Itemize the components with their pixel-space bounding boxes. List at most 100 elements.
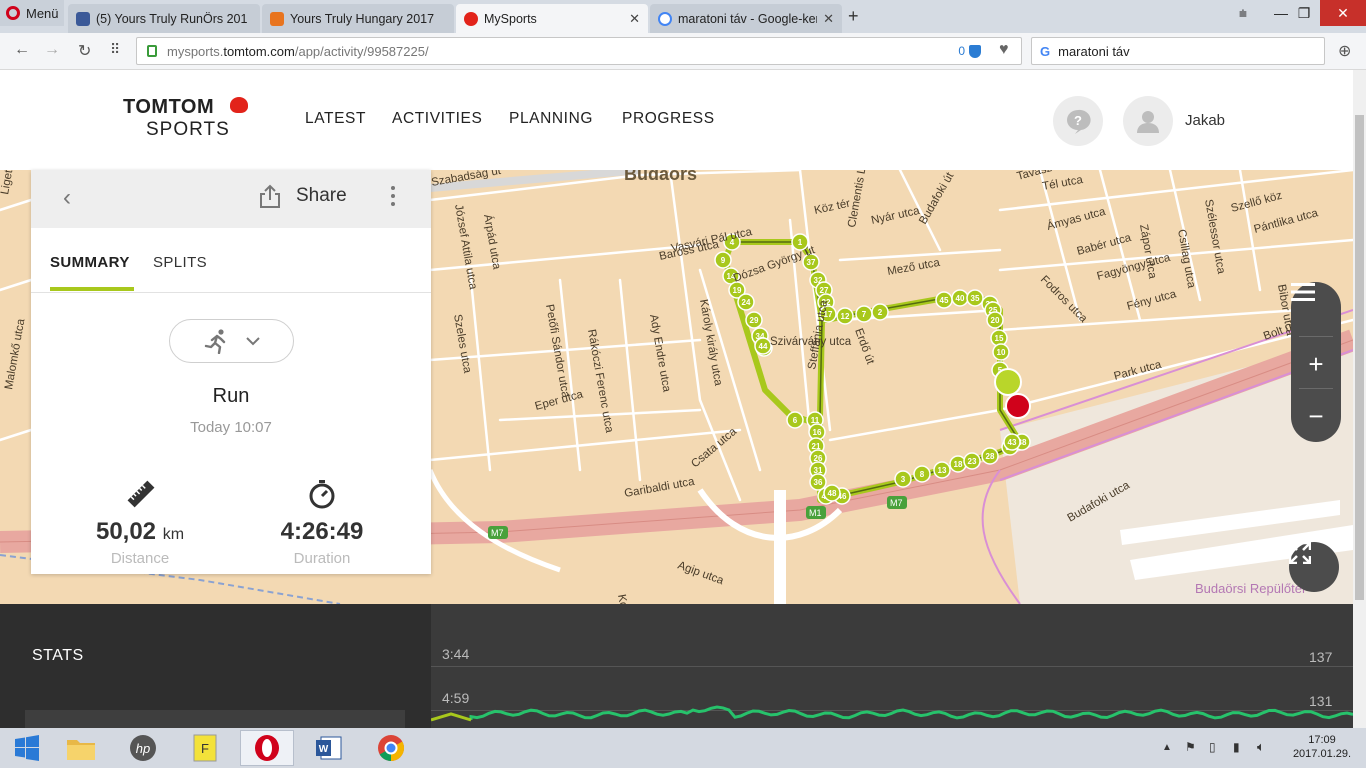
street-label: Erdő út (852, 327, 876, 367)
minus-icon: − (1308, 400, 1324, 431)
back-icon[interactable]: ← (14, 41, 30, 59)
svg-text:?: ? (1074, 113, 1082, 128)
help-icon: ? (1067, 109, 1091, 134)
google-search-icon: G (1040, 43, 1051, 59)
browser-tab-google[interactable]: maratoni táv - Google-ker ✕ (650, 4, 842, 33)
lap-marker-label: 16 (813, 428, 822, 437)
lap-marker-label: 10 (997, 348, 1006, 357)
street-label: Fodros utca (1038, 274, 1090, 326)
flag-icon[interactable]: ⚑ (1185, 740, 1196, 754)
nav-latest[interactable]: LATEST (305, 110, 366, 128)
map-controls: + − (1291, 282, 1341, 442)
fullscreen-button[interactable] (1289, 542, 1339, 592)
share-button[interactable]: Share (296, 185, 347, 207)
zoom-in-button[interactable]: + (1291, 338, 1341, 390)
street-label: Garibaldi utca (623, 476, 696, 500)
tab-title: (5) Yours Truly RunÖrs 201 (96, 11, 248, 26)
street-label: Babér utca (1076, 232, 1133, 258)
avatar[interactable] (1123, 96, 1173, 146)
volume-icon[interactable]: 🔈︎ (1257, 739, 1265, 755)
address-bar[interactable]: mysports. tomtom.com/app/activity/9958722… (136, 37, 1022, 65)
street-label: Szeles utca (451, 313, 473, 374)
help-button[interactable]: ? (1053, 96, 1103, 146)
url-host: tomtom.com (223, 43, 295, 59)
chevron-down-icon (245, 337, 260, 346)
hp-icon[interactable]: hp (116, 730, 170, 766)
share-icon[interactable] (259, 184, 281, 208)
url-path: /app/activity/99587225/ (294, 43, 429, 59)
tab-splits[interactable]: SPLITS (153, 254, 207, 271)
stats-section: STATS 3:44 4:59 137 131 (0, 604, 1353, 740)
battery-icon[interactable]: ▯ (1209, 740, 1216, 754)
bookmark-heart-icon[interactable]: ♥ (999, 41, 1009, 59)
search-field[interactable]: G maratoni táv (1031, 37, 1325, 65)
street-label: Park utca (1113, 359, 1164, 383)
road-shield-label: M7 (491, 528, 504, 538)
nav-progress[interactable]: PROGRESS (622, 110, 715, 128)
chrome-icon[interactable] (364, 730, 418, 766)
app-header: TOMTOM SPORTS LATEST ACTIVITIES PLANNING… (0, 70, 1353, 170)
download-icon[interactable]: ⊕ (1338, 41, 1351, 61)
reload-icon[interactable]: ↻ (78, 41, 91, 61)
network-icon[interactable]: ▮ (1233, 740, 1240, 754)
street-label: Tél utca (1041, 174, 1084, 193)
search-value: maratoni táv (1058, 43, 1130, 59)
airport-label: Budaörsi Repülőtér (1195, 581, 1307, 596)
lap-marker-label: 18 (954, 460, 963, 469)
end-marker[interactable] (1005, 393, 1031, 419)
tab-title: Yours Truly Hungary 2017 (290, 11, 435, 26)
tray-overflow-icon[interactable]: ▲ (1162, 742, 1172, 753)
logo-tomtom[interactable]: TOMTOM (123, 96, 214, 119)
nav-planning[interactable]: PLANNING (509, 110, 593, 128)
expand-icon (1289, 542, 1311, 564)
close-tab-icon[interactable]: ✕ (629, 11, 640, 27)
username[interactable]: Jakab (1185, 112, 1225, 129)
new-tab-icon[interactable]: + (848, 6, 859, 27)
nav-activities[interactable]: ACTIVITIES (392, 110, 482, 128)
distance-number: 50,02 (95, 518, 157, 545)
back-chevron-icon[interactable]: ‹ (63, 184, 71, 212)
start-button[interactable] (0, 730, 54, 766)
street-label: Csillag utca (1175, 228, 1197, 289)
sport-selector[interactable] (169, 319, 294, 363)
notes-app-icon[interactable]: F (178, 730, 232, 766)
close-window-icon[interactable]: ✕ (1320, 0, 1366, 26)
street-label: Fagyöngy utca (1096, 252, 1173, 283)
lap-marker-label: 45 (940, 296, 949, 305)
road-shield-label: M7 (890, 498, 903, 508)
activity-time: Today 10:07 (190, 419, 272, 436)
system-clock[interactable]: 17:09 2017.01.29. (1290, 733, 1354, 761)
word-icon[interactable]: W (302, 730, 356, 766)
close-tab-icon[interactable]: ✕ (823, 11, 834, 27)
street-label: Steffánia utca (806, 299, 830, 371)
menu-icon (1291, 283, 1315, 301)
file-explorer-icon[interactable] (54, 730, 108, 766)
active-tab-indicator (50, 287, 134, 291)
zoom-out-button[interactable]: − (1291, 390, 1341, 442)
browser-tab-yours-truly[interactable]: Yours Truly Hungary 2017 (262, 4, 454, 33)
adblock-shield-icon[interactable] (969, 44, 981, 58)
opera-taskbar-icon[interactable] (240, 730, 294, 766)
street-label: József Attila utca (452, 203, 479, 291)
lap-marker-label: 20 (991, 316, 1000, 325)
street-label: Árpád utca (481, 213, 504, 271)
svg-text:W: W (319, 744, 329, 755)
forward-icon[interactable]: → (44, 41, 60, 59)
browser-tab-mysports[interactable]: MySports ✕ (456, 4, 648, 33)
distance-value: 50,02 km (50, 518, 230, 546)
start-marker[interactable] (994, 368, 1022, 396)
more-options-icon[interactable] (391, 182, 397, 210)
street-label: Mező utca (886, 257, 941, 278)
speed-dial-icon[interactable]: ⠿ (110, 41, 120, 58)
tracker-count: 0 (958, 44, 965, 58)
scrollbar-thumb[interactable] (1355, 115, 1364, 600)
map-layers-button[interactable] (1291, 282, 1341, 334)
activity-panel: ‹ Share SUMMARY SPLITS Run Today 10:07 5… (31, 170, 431, 574)
tab-summary[interactable]: SUMMARY (50, 254, 130, 271)
opera-menu-button[interactable]: Menü (0, 0, 64, 26)
browser-toolbar: ← → ↻ ⠿ mysports. tomtom.com/app/activity… (0, 33, 1366, 70)
browser-tab-facebook[interactable]: (5) Yours Truly RunÖrs 201 (68, 4, 260, 33)
windows-taskbar: hp F W ▲ ⚑ ▯ ▮ 🔈︎ 17:09 2017.01.29. (0, 728, 1366, 768)
opera-icon (6, 6, 20, 20)
lap-marker-label: 29 (750, 316, 759, 325)
